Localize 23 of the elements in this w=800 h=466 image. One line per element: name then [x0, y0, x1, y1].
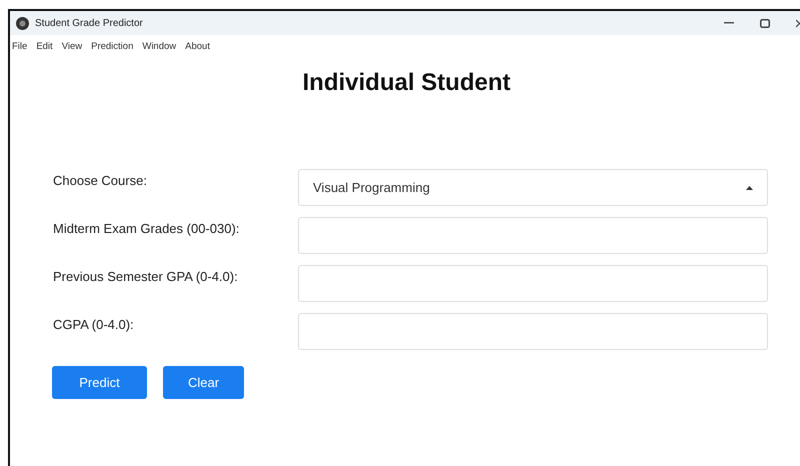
window-title: Student Grade Predictor: [35, 18, 144, 28]
menu-item[interactable]: About: [185, 40, 210, 52]
field-label: CGPA (0-4.0):: [53, 316, 135, 334]
input-field[interactable]: [298, 217, 768, 254]
clear-button[interactable]: Clear: [163, 366, 244, 399]
input-field[interactable]: [298, 265, 768, 302]
field-label: Previous Semester GPA (0-4.0):: [53, 268, 239, 286]
caret-icon: [746, 186, 753, 190]
menu-item[interactable]: Window: [142, 40, 176, 52]
menu-item[interactable]: Prediction: [91, 40, 134, 52]
course-dropdown[interactable]: Visual Programming: [298, 169, 768, 206]
minimize-icon[interactable]: [724, 22, 734, 24]
input-field[interactable]: [298, 313, 768, 350]
predict-button[interactable]: Predict: [52, 366, 147, 399]
app-icon: [16, 16, 29, 30]
maximize-icon[interactable]: [760, 18, 770, 28]
menu-item[interactable]: Edit: [36, 40, 53, 52]
menu-item[interactable]: View: [62, 40, 82, 52]
menu-item[interactable]: File: [12, 40, 28, 52]
field-label: Choose Course:: [53, 172, 148, 190]
close-icon[interactable]: [796, 18, 800, 28]
field-label: Midterm Exam Grades (00-030):: [53, 220, 240, 238]
page-heading: Individual Student: [302, 69, 512, 97]
